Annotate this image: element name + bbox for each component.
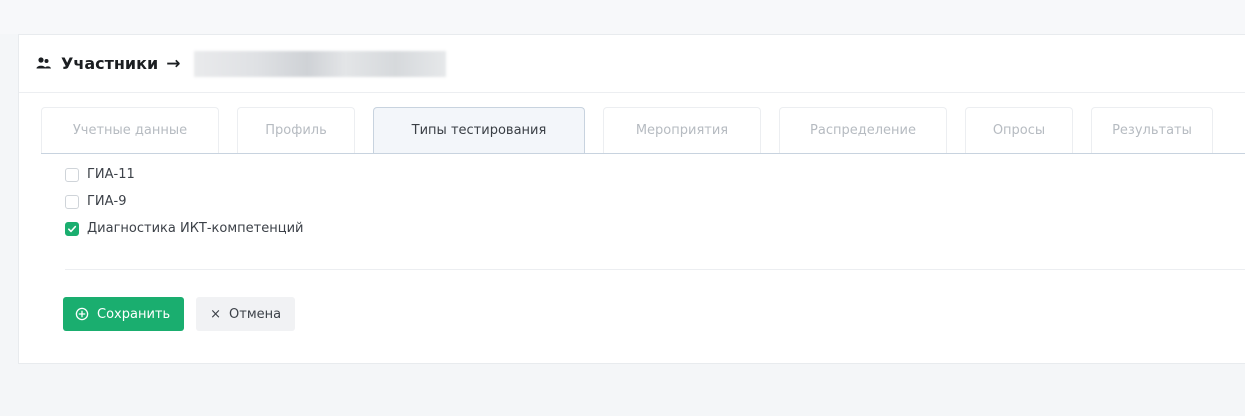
tab-underline	[41, 153, 1245, 154]
tab-bar: Учетные данные Профиль Типы тестирования…	[41, 107, 1213, 153]
tab-profile[interactable]: Профиль	[237, 107, 355, 153]
tab-testing-types[interactable]: Типы тестирования	[373, 107, 585, 153]
checkbox-gia-9[interactable]	[65, 194, 79, 209]
cancel-button-label: Отмена	[229, 306, 282, 322]
form-divider	[65, 269, 1245, 270]
tab-distribution[interactable]: Распределение	[779, 107, 947, 153]
tab-label: Мероприятия	[635, 123, 729, 138]
save-button-label: Сохранить	[97, 306, 171, 322]
top-strip	[0, 0, 1245, 34]
tab-results[interactable]: Результаты	[1091, 107, 1213, 153]
users-icon	[35, 55, 53, 73]
list-item-gia-11: ГИА-11	[65, 161, 304, 188]
list-item-gia-9: ГИА-9	[65, 188, 304, 215]
page-title: Участники	[61, 54, 159, 73]
participant-card: Участники → Учетные данные Профиль Типы …	[18, 34, 1245, 364]
form-actions: Сохранить × Отмена	[63, 297, 296, 331]
card-header: Участники →	[19, 35, 1245, 93]
checkbox-gia-11[interactable]	[65, 167, 79, 182]
tab-label: Профиль	[265, 123, 327, 138]
checkbox-label: ГИА-11	[87, 167, 135, 182]
breadcrumb-participant-name-redacted[interactable]	[194, 50, 447, 77]
page: Участники → Учетные данные Профиль Типы …	[0, 0, 1245, 416]
tab-surveys[interactable]: Опросы	[965, 107, 1073, 153]
tab-credentials[interactable]: Учетные данные	[41, 107, 219, 153]
tab-label: Результаты	[1112, 123, 1192, 138]
checkbox-label: Диагностика ИКТ-компетенций	[87, 221, 304, 236]
cancel-button[interactable]: × Отмена	[196, 297, 296, 331]
checkmark-icon	[68, 225, 77, 232]
save-button[interactable]: Сохранить	[63, 297, 185, 331]
tab-label: Учетные данные	[72, 123, 188, 138]
close-icon: ×	[210, 306, 222, 322]
list-item-ict-diagnostics: Диагностика ИКТ-компетенций	[65, 215, 304, 242]
tab-label: Распределение	[810, 123, 916, 138]
arrow-right-icon: →	[166, 53, 181, 74]
checkbox-ict-diagnostics[interactable]	[65, 221, 79, 236]
plus-circle-icon	[75, 307, 89, 321]
checkbox-label: ГИА-9	[87, 194, 127, 209]
tab-events[interactable]: Мероприятия	[603, 107, 761, 153]
testing-types-list: ГИА-11 ГИА-9 Диагностика ИКТ-компетенций	[65, 161, 304, 242]
tab-label: Опросы	[992, 123, 1046, 138]
tab-label: Типы тестирования	[411, 123, 547, 138]
